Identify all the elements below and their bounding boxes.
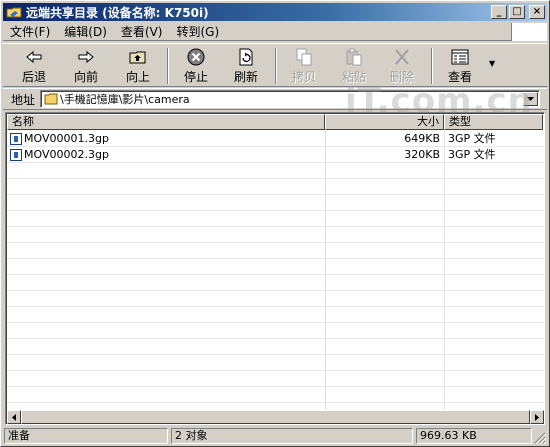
minimize-button[interactable]: _: [491, 5, 507, 19]
table-row[interactable]: MOV00002.3gp 320KB 3GP 文件: [7, 147, 544, 163]
file-type: 3GP 文件: [448, 132, 496, 145]
column-header-name[interactable]: 名称: [7, 114, 325, 130]
window-title: 远端共享目录 (设备名称: K750i): [26, 5, 209, 20]
video-file-icon: [10, 133, 22, 145]
column-divider: [444, 131, 445, 411]
windows-logo: [511, 23, 547, 41]
menu-view[interactable]: 查看(V): [114, 23, 170, 40]
address-field[interactable]: \手機記憶庫\影片\camera: [40, 90, 541, 108]
paste-button[interactable]: 粘贴: [331, 47, 377, 85]
file-size: 649KB: [404, 132, 440, 145]
address-path: \手機記憶庫\影片\camera: [60, 93, 190, 106]
scrollbar-thumb[interactable]: [21, 410, 530, 424]
horizontal-scrollbar[interactable]: [7, 410, 544, 424]
address-bar: 地址 \手機記憶庫\影片\camera: [3, 88, 547, 110]
folder-up-icon: [129, 51, 146, 64]
stop-button[interactable]: 停止: [173, 47, 219, 85]
file-size: 320KB: [404, 148, 440, 161]
column-divider: [325, 131, 326, 411]
toolbar-separator: [431, 48, 433, 84]
bluetooth-folder-icon: [6, 7, 22, 18]
column-header-type[interactable]: 类型: [444, 114, 543, 130]
view-button[interactable]: 查看: [437, 47, 483, 85]
explorer-window: 远端共享目录 (设备名称: K750i) _ □ × 文件(F) 编辑(D) 查…: [0, 0, 550, 447]
status-state: 准备: [4, 428, 168, 444]
address-dropdown-button[interactable]: [523, 92, 539, 106]
file-type: 3GP 文件: [448, 148, 496, 161]
scroll-right-button[interactable]: [530, 410, 544, 424]
stop-icon: [187, 48, 205, 66]
forward-label: 向前: [73, 70, 98, 84]
delete-button[interactable]: 删除: [379, 47, 425, 85]
copy-icon: [296, 48, 312, 66]
view-dropdown-arrow-icon[interactable]: ▼: [489, 59, 499, 69]
chevron-left-icon: [12, 413, 16, 421]
list-body: MOV00001.3gp 649KB 3GP 文件 MOV00002.3gp 3…: [7, 131, 544, 411]
status-object-count: 2 对象: [171, 428, 413, 444]
list-header: 名称 大小 类型: [7, 114, 543, 130]
copy-label: 拷贝: [291, 70, 316, 84]
delete-x-icon: [395, 49, 409, 65]
up-label: 向上: [125, 70, 150, 84]
toolbar: 后退 向前 向上 停止 刷新 拷贝 粘贴 删除 查看 ▼: [3, 43, 547, 87]
resize-grip-icon[interactable]: [534, 432, 546, 444]
file-name: MOV00002.3gp: [24, 148, 109, 161]
title-bar[interactable]: 远端共享目录 (设备名称: K750i) _ □ ×: [3, 3, 547, 21]
file-list[interactable]: 名称 大小 类型 MOV00001.3gp 649KB 3GP 文件 MOV00…: [5, 112, 545, 425]
video-file-icon: [10, 149, 22, 161]
chevron-down-icon: [527, 97, 535, 101]
delete-label: 删除: [389, 70, 414, 84]
menu-edit[interactable]: 编辑(D): [57, 23, 114, 40]
close-button[interactable]: ×: [529, 5, 545, 19]
back-button[interactable]: 后退: [11, 47, 57, 85]
stop-label: 停止: [183, 70, 208, 84]
paste-icon: [346, 48, 362, 66]
maximize-button[interactable]: □: [509, 5, 525, 19]
table-row[interactable]: MOV00001.3gp 649KB 3GP 文件: [7, 131, 544, 147]
refresh-label: 刷新: [233, 70, 258, 84]
folder-icon: [44, 93, 58, 105]
menu-bar: 文件(F) 编辑(D) 查看(V) 转到(G): [3, 23, 547, 41]
toolbar-separator: [275, 48, 277, 84]
address-label: 地址: [11, 92, 36, 107]
forward-arrow-icon: [78, 50, 94, 64]
menu-go[interactable]: 转到(G): [169, 23, 226, 40]
view-label: 查看: [447, 70, 472, 84]
back-label: 后退: [21, 70, 46, 84]
back-arrow-icon: [26, 50, 42, 64]
refresh-icon: [239, 48, 253, 66]
status-total-size: 969.63 KB: [416, 428, 532, 444]
scroll-left-button[interactable]: [7, 410, 21, 424]
column-header-size[interactable]: 大小: [325, 114, 444, 130]
toolbar-separator: [167, 48, 169, 84]
copy-button[interactable]: 拷贝: [281, 47, 327, 85]
forward-button[interactable]: 向前: [63, 47, 109, 85]
paste-label: 粘贴: [341, 70, 366, 84]
chevron-right-icon: [535, 413, 539, 421]
refresh-button[interactable]: 刷新: [223, 47, 269, 85]
up-button[interactable]: 向上: [115, 47, 161, 85]
file-name: MOV00001.3gp: [24, 132, 109, 145]
view-details-icon: [451, 49, 469, 65]
status-bar: 准备 2 对象 969.63 KB: [3, 427, 547, 445]
menu-file[interactable]: 文件(F): [3, 23, 57, 40]
